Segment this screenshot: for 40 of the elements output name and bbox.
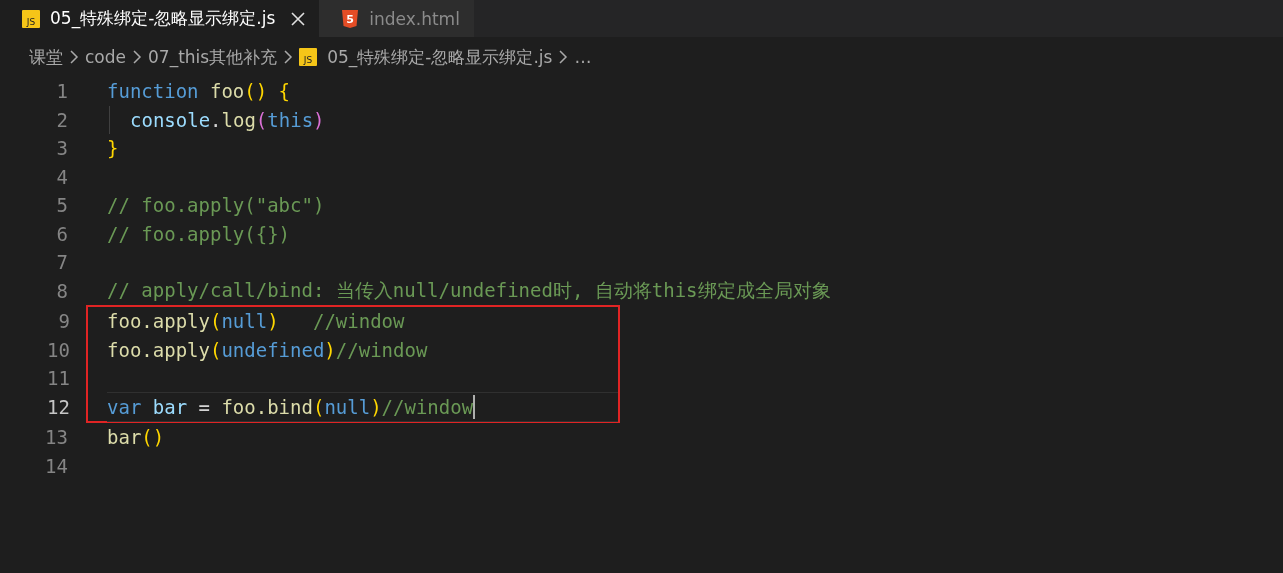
- code-line: // foo.apply({}): [107, 222, 291, 245]
- text-cursor: [473, 394, 476, 419]
- code-line: foo.apply(undefined)//window: [107, 338, 428, 361]
- line-number: 12: [46, 395, 70, 418]
- code-line: var bar = foo.bind(null)//window: [107, 395, 474, 418]
- code-line: // apply/call/bind: 当传入null/undefined时, 自动将this绑定成全局对象: [107, 277, 831, 303]
- code-line: console.log(this): [130, 108, 325, 131]
- breadcrumb-item[interactable]: 课堂: [29, 45, 63, 69]
- chevron-icon: [558, 50, 569, 64]
- breadcrumb-item[interactable]: 07_this其他补充: [148, 45, 278, 69]
- code-line: }: [107, 137, 119, 160]
- line-number: 13: [44, 426, 68, 449]
- js-file-icon: JS: [299, 48, 318, 66]
- chevron-icon: [132, 50, 142, 64]
- editor-tab[interactable]: JS 05_特殊绑定-忽略显示绑定.js: [0, 0, 320, 37]
- chevron-icon: [283, 50, 294, 64]
- line-number: 7: [55, 251, 68, 274]
- line-number: 4: [55, 165, 68, 188]
- js-file-icon: JS: [22, 9, 40, 28]
- line-number: 9: [57, 310, 70, 333]
- code-line: bar(): [107, 426, 165, 449]
- code-line: foo.apply(null) //window: [107, 310, 405, 333]
- line-number: 8: [55, 279, 68, 302]
- line-number: 1: [55, 80, 68, 103]
- line-number: 14: [44, 454, 68, 477]
- code-line: // foo.apply("abc"): [107, 194, 325, 217]
- close-icon[interactable]: [291, 11, 306, 26]
- editor-tab[interactable]: 5 index.html: [319, 0, 474, 37]
- breadcrumb-item[interactable]: 05_特殊绑定-忽略显示绑定.js: [327, 45, 553, 69]
- html-file-icon: 5: [341, 8, 360, 29]
- line-number: 2: [55, 108, 68, 131]
- line-number: 6: [55, 222, 68, 245]
- line-number: 11: [46, 367, 70, 390]
- line-number: 3: [55, 137, 68, 160]
- breadcrumb-item[interactable]: …: [574, 47, 592, 67]
- chevron-icon: [69, 50, 79, 64]
- breadcrumb-item[interactable]: code: [85, 47, 126, 67]
- line-number: 5: [55, 194, 68, 217]
- code-line: function foo() {: [107, 80, 291, 103]
- line-number: 10: [46, 338, 70, 361]
